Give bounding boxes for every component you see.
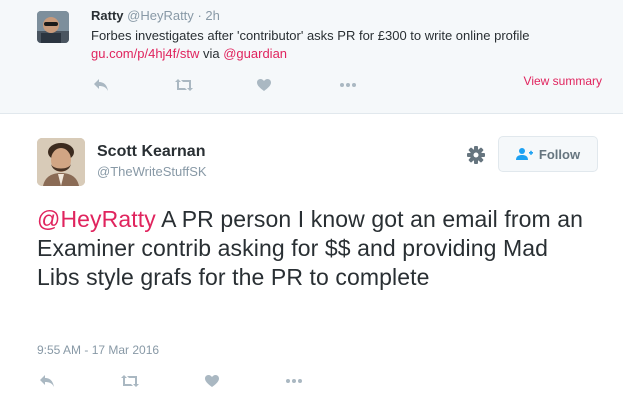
main-tweet-actions [37,372,304,390]
article-link[interactable]: gu.com/p/4hj4f/stw [91,46,199,61]
author-name[interactable]: Scott Kearnan [97,143,205,161]
heyratty-mention[interactable]: @HeyRatty [37,206,156,232]
tweet-timestamp[interactable]: 9:55 AM - 17 Mar 2016 [37,343,159,357]
reply-icon[interactable] [37,372,57,390]
tweet-text-line: Forbes investigates after 'contributor' … [91,28,530,43]
follow-label: Follow [538,146,581,162]
retweet-icon[interactable] [120,372,140,390]
via-text: via [199,46,224,61]
more-icon[interactable] [338,76,358,94]
retweet-icon[interactable] [174,76,194,94]
more-icon[interactable] [284,372,304,390]
view-summary-link[interactable]: View summary [524,74,602,88]
author-handle[interactable]: @HeyRatty [127,8,194,23]
parent-tweet[interactable]: Ratty @HeyRatty · 2h Forbes investigates… [0,0,623,114]
avatar[interactable] [37,11,69,43]
time-separator: · [197,8,202,23]
parent-tweet-actions [91,76,358,94]
author-handle[interactable]: @TheWriteStuffSK [97,164,207,179]
like-icon[interactable] [202,372,222,390]
parent-tweet-header: Ratty @HeyRatty · 2h [91,8,220,23]
follow-button[interactable]: Follow [498,136,598,172]
tweet-text: @HeyRatty A PR person I know got an emai… [37,205,597,292]
parent-tweet-text: Forbes investigates after 'contributor' … [91,27,591,63]
tweet-time[interactable]: 2h [205,8,219,23]
follow-user-icon [515,148,533,160]
guardian-mention[interactable]: @guardian [223,46,287,61]
gear-icon[interactable] [465,144,487,166]
like-icon[interactable] [254,76,274,94]
author-name[interactable]: Ratty [91,8,124,23]
avatar[interactable] [37,138,85,186]
reply-icon[interactable] [91,76,111,94]
